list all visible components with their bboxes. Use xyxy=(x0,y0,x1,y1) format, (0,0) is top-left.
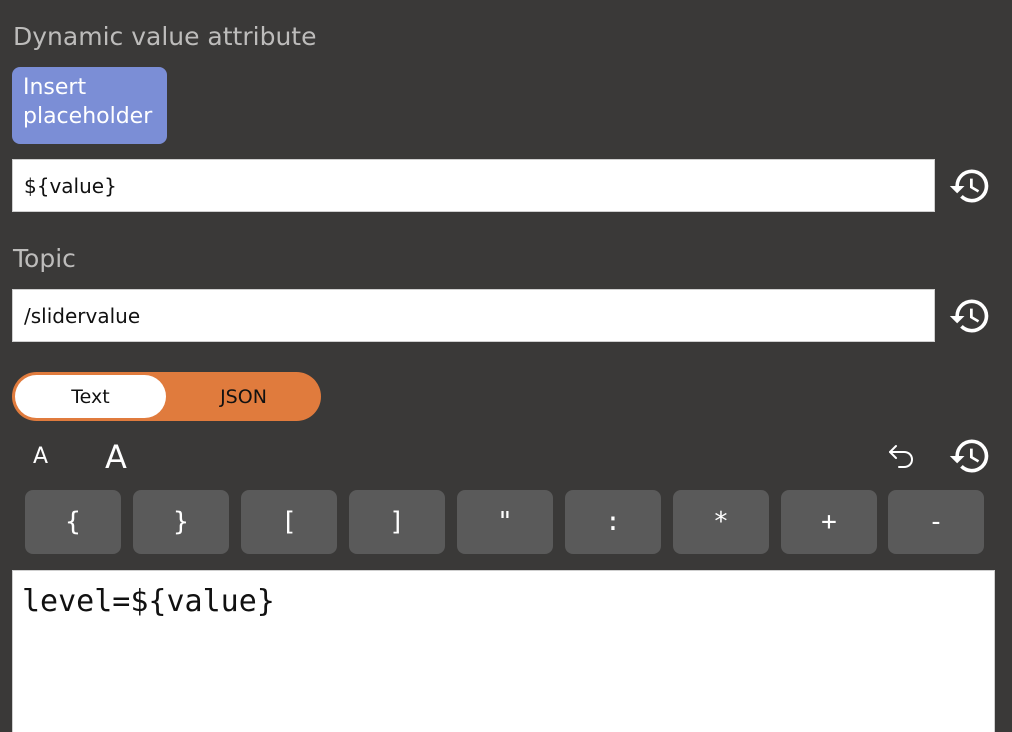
dynamic-value-history-icon[interactable] xyxy=(948,164,992,208)
key-close-bracket[interactable]: ] xyxy=(349,490,445,554)
undo-icon[interactable] xyxy=(885,440,917,472)
decrease-font-button[interactable]: A xyxy=(33,444,48,469)
format-toggle: Text JSON xyxy=(12,372,321,421)
increase-font-button[interactable]: A xyxy=(105,438,127,476)
key-colon[interactable]: : xyxy=(565,490,661,554)
toggle-option-text[interactable]: Text xyxy=(15,375,166,418)
insert-placeholder-button[interactable]: Insert placeholder xyxy=(12,67,167,144)
dynamic-value-input[interactable] xyxy=(12,159,935,212)
editor-history-icon[interactable] xyxy=(948,434,992,478)
key-asterisk[interactable]: * xyxy=(673,490,769,554)
toggle-option-json[interactable]: JSON xyxy=(168,375,319,418)
topic-label: Topic xyxy=(13,244,76,273)
key-open-brace[interactable]: { xyxy=(25,490,121,554)
topic-input[interactable] xyxy=(12,289,935,342)
topic-history-icon[interactable] xyxy=(948,294,992,338)
key-close-brace[interactable]: } xyxy=(133,490,229,554)
key-plus[interactable]: + xyxy=(781,490,877,554)
key-open-bracket[interactable]: [ xyxy=(241,490,337,554)
key-minus[interactable]: - xyxy=(888,490,984,554)
payload-editor-screen: Dynamic value attribute Insert placehold… xyxy=(0,0,1012,732)
dynamic-value-label: Dynamic value attribute xyxy=(13,22,317,51)
key-quote[interactable]: " xyxy=(457,490,553,554)
payload-editor[interactable]: level=${value} xyxy=(12,570,995,732)
